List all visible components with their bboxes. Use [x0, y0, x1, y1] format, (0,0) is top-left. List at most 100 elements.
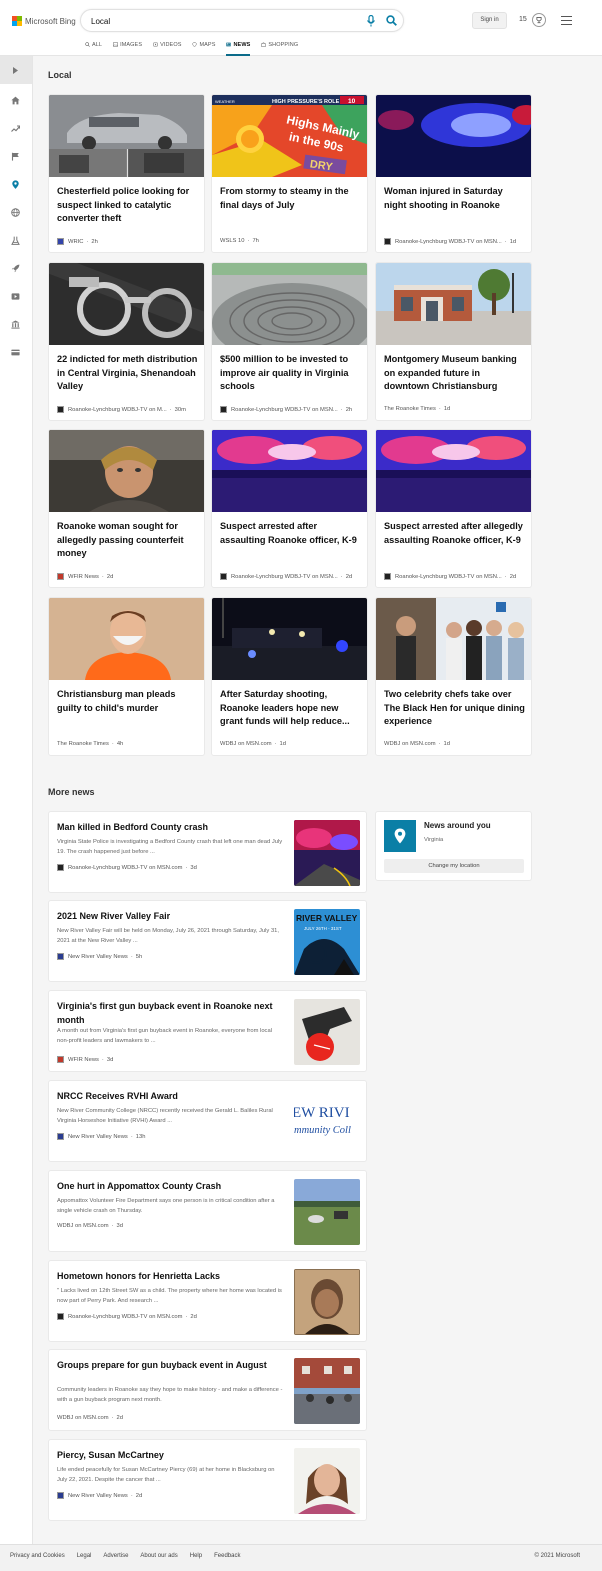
news-thumbnail[interactable] [49, 598, 205, 680]
news-thumbnail[interactable] [376, 95, 532, 177]
footer-link-legal[interactable]: Legal [77, 1553, 92, 1559]
sidebar-location-button[interactable] [8, 177, 24, 193]
tab-shopping[interactable]: SHOPPING [261, 40, 298, 56]
news-thumbnail[interactable] [49, 95, 205, 177]
news-source[interactable]: Roanoke-Lynchburg WDBJ-TV on MSN... [231, 407, 338, 413]
news-thumbnail[interactable] [376, 263, 532, 345]
more-news-card[interactable]: Groups prepare for gun buyback event in … [48, 1349, 367, 1431]
footer-link-privacy-and-cookies[interactable]: Privacy and Cookies [10, 1553, 65, 1559]
footer-link-advertise[interactable]: Advertise [103, 1553, 128, 1559]
footer-link-help[interactable]: Help [190, 1553, 202, 1559]
news-thumbnail[interactable]: RIVER VALLEY F JULY 26TH - 31ST [294, 909, 360, 975]
sidebar-globe-button[interactable] [8, 205, 24, 221]
footer-link-about-our-ads[interactable]: About our ads [140, 1553, 177, 1559]
news-source[interactable]: New River Valley News [68, 1493, 128, 1499]
tab-maps[interactable]: MAPS [192, 40, 215, 56]
change-location-button[interactable]: Change my location [384, 859, 524, 873]
news-title[interactable]: $500 million to be invested to improve a… [220, 353, 362, 394]
sign-in-button[interactable]: Sign in [472, 12, 507, 29]
local-news-card[interactable]: After Saturday shooting, Roanoke leaders… [211, 597, 368, 756]
news-thumbnail[interactable] [212, 263, 368, 345]
news-title[interactable]: Groups prepare for gun buyback event in … [57, 1359, 285, 1373]
news-thumbnail[interactable] [49, 263, 205, 345]
sidebar-card-button[interactable] [8, 345, 24, 361]
rewards-trophy-icon[interactable] [532, 13, 546, 27]
local-news-card[interactable]: 22 indicted for meth distribution in Cen… [48, 262, 205, 421]
news-title[interactable]: After Saturday shooting, Roanoke leaders… [220, 688, 362, 729]
news-thumbnail[interactable] [294, 1179, 360, 1245]
news-source[interactable]: The Roanoke Times [57, 741, 109, 747]
local-news-card[interactable]: Two celebrity chefs take over The Black … [375, 597, 532, 756]
more-news-card[interactable]: Man killed in Bedford County crash Virgin… [48, 811, 367, 893]
news-title[interactable]: From stormy to steamy in the final days … [220, 185, 362, 212]
news-thumbnail[interactable] [294, 1448, 360, 1514]
news-title[interactable]: One hurt in Appomattox County Crash [57, 1180, 285, 1194]
sidebar-building-button[interactable] [8, 317, 24, 333]
news-source[interactable]: WFIR News [68, 574, 99, 580]
news-thumbnail[interactable] [294, 820, 360, 886]
sidebar-expand-button[interactable] [0, 56, 32, 84]
tab-images[interactable]: IMAGES [113, 40, 142, 56]
news-source[interactable]: New River Valley News [68, 954, 128, 960]
news-title[interactable]: 2021 New River Valley Fair [57, 910, 285, 924]
news-thumbnail[interactable] [212, 430, 368, 512]
news-source[interactable]: WSLS 10 [220, 238, 245, 244]
search-input[interactable] [91, 14, 351, 28]
more-news-card[interactable]: Hometown honors for Henrietta Lacks " Lac… [48, 1260, 367, 1342]
news-source[interactable]: Roanoke-Lynchburg WDBJ-TV on MSN... [231, 574, 338, 580]
sidebar-video-button[interactable] [8, 289, 24, 305]
news-title[interactable]: 22 indicted for meth distribution in Cen… [57, 353, 199, 394]
news-thumbnail[interactable]: HIGH PRESSURE'S ROLEWEATHER 10Highs Mainl… [212, 95, 368, 177]
news-thumbnail[interactable] [49, 430, 205, 512]
news-source[interactable]: WDBJ on MSN.com [384, 741, 436, 747]
news-source[interactable]: WDBJ on MSN.com [57, 1415, 109, 1421]
hamburger-menu-icon[interactable] [561, 16, 572, 25]
news-source[interactable]: Roanoke-Lynchburg WDBJ-TV on MSN... [395, 239, 502, 245]
sidebar-science-button[interactable] [8, 233, 24, 249]
more-news-card[interactable]: One hurt in Appomattox County Crash Appom… [48, 1170, 367, 1252]
more-news-card[interactable]: NRCC Receives RVHI Award New River Commun… [48, 1080, 367, 1162]
news-title[interactable]: Virginia's first gun buyback event in Ro… [57, 1000, 285, 1027]
bing-logo[interactable]: Microsoft Bing [12, 15, 76, 27]
tab-videos[interactable]: VIDEOS [153, 40, 181, 56]
sidebar-home-button[interactable] [8, 93, 24, 109]
tab-all[interactable]: ALL [85, 40, 102, 56]
more-news-card[interactable]: 2021 New River Valley Fair New River Vall… [48, 900, 367, 982]
news-source[interactable]: Roanoke-Lynchburg WDBJ-TV on MSN.com [68, 1314, 182, 1320]
news-title[interactable]: Piercy, Susan McCartney [57, 1449, 285, 1463]
news-source[interactable]: WDBJ on MSN.com [57, 1223, 109, 1229]
news-title[interactable]: Two celebrity chefs take over The Black … [384, 688, 526, 729]
news-title[interactable]: Hometown honors for Henrietta Lacks [57, 1270, 285, 1284]
news-thumbnail[interactable] [294, 999, 360, 1065]
news-source[interactable]: The Roanoke Times [384, 406, 436, 412]
news-title[interactable]: Christiansburg man pleads guilty to chil… [57, 688, 199, 715]
rewards-count[interactable]: 15 [519, 16, 527, 23]
local-news-card[interactable]: Suspect arrested after assaulting Roanok… [211, 429, 368, 588]
news-thumbnail[interactable]: EW RIVI mmunity Coll [294, 1089, 360, 1155]
news-source[interactable]: WFIR News [68, 1057, 99, 1063]
footer-link-feedback[interactable]: Feedback [214, 1553, 240, 1559]
news-title[interactable]: Roanoke woman sought for allegedly passi… [57, 520, 199, 561]
local-news-card[interactable]: HIGH PRESSURE'S ROLE WEATHER 10 Highs Mainl… [211, 94, 368, 253]
news-source[interactable]: New River Valley News [68, 1134, 128, 1140]
local-news-card[interactable]: Woman injured in Saturday night shooting… [375, 94, 532, 253]
news-source[interactable]: WRIC [68, 239, 83, 245]
microphone-icon[interactable] [366, 15, 376, 27]
news-title[interactable]: Chesterfield police looking for suspect … [57, 185, 199, 226]
search-icon[interactable] [386, 15, 397, 26]
sidebar-trending-button[interactable] [8, 121, 24, 137]
sidebar-flag-button[interactable] [8, 149, 24, 165]
local-news-card[interactable]: Roanoke woman sought for allegedly passi… [48, 429, 205, 588]
local-news-card[interactable]: Montgomery Museum banking on expanded fu… [375, 262, 532, 421]
news-title[interactable]: Montgomery Museum banking on expanded fu… [384, 353, 526, 394]
news-source[interactable]: Roanoke-Lynchburg WDBJ-TV on MSN.com [68, 865, 182, 871]
local-news-card[interactable]: Suspect arrested after allegedly assault… [375, 429, 532, 588]
local-news-card[interactable]: Christiansburg man pleads guilty to chil… [48, 597, 205, 756]
news-thumbnail[interactable] [376, 598, 532, 680]
news-thumbnail[interactable] [294, 1358, 360, 1424]
more-news-card[interactable]: Virginia's first gun buyback event in Ro… [48, 990, 367, 1072]
news-source[interactable]: WDBJ on MSN.com [220, 741, 272, 747]
sidebar-rocket-button[interactable] [8, 261, 24, 277]
more-news-card[interactable]: Piercy, Susan McCartney Life ended peacef… [48, 1439, 367, 1521]
tab-news[interactable]: NEWS [226, 40, 251, 56]
